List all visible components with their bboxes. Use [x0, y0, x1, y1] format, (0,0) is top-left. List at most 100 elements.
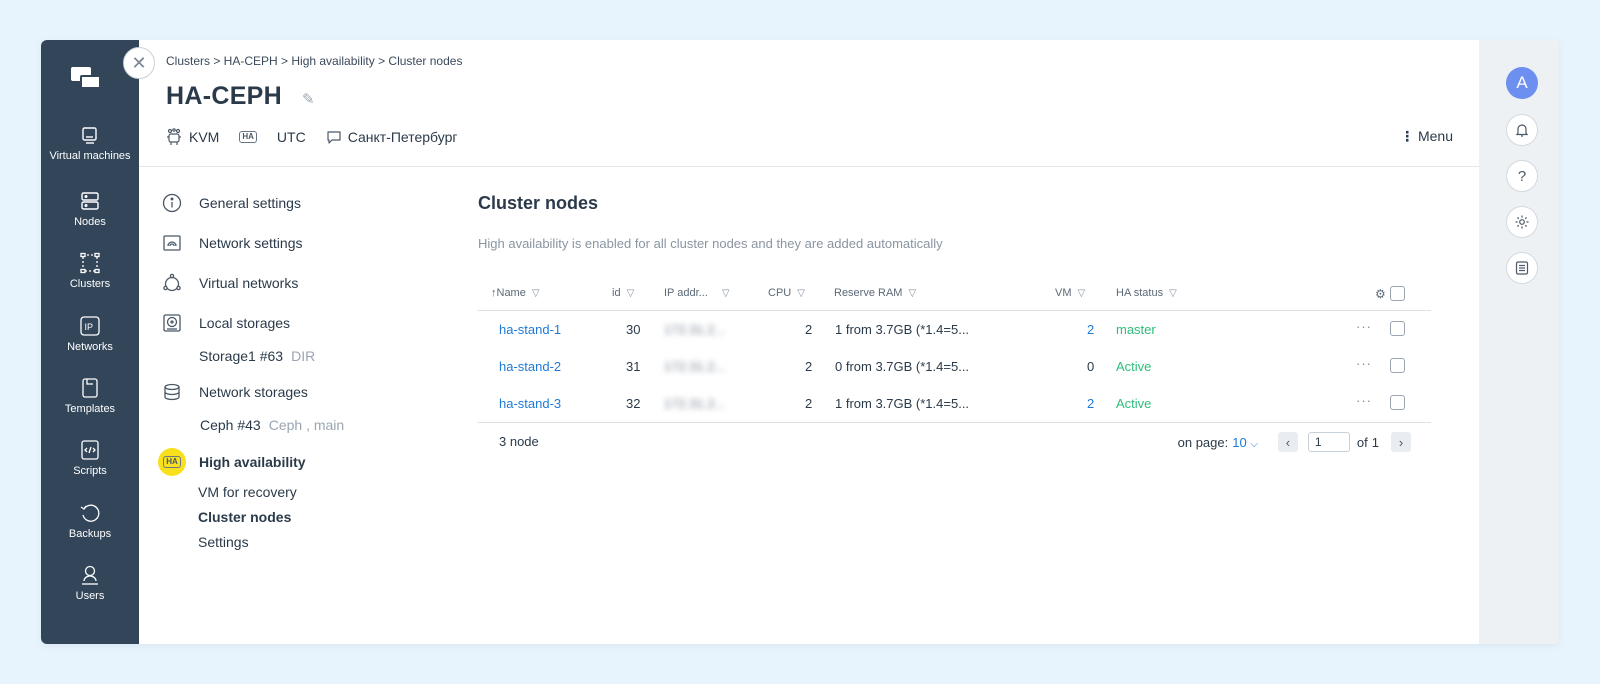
subitem-vm-recovery[interactable]: VM for recovery — [198, 484, 297, 500]
column-label: VM — [1055, 287, 1072, 299]
nav-label: Backups — [68, 528, 112, 540]
settings-item-local-storages[interactable]: Local storages — [161, 312, 290, 334]
checkbox[interactable] — [1390, 321, 1405, 336]
meta-location: Санкт-Петербург — [326, 129, 458, 145]
row-checkbox[interactable] — [1390, 395, 1405, 413]
node-ram: 1 from 3.7GB (*1.4=5... — [835, 396, 970, 411]
settings-item-network-storages[interactable]: Network storages — [161, 381, 308, 403]
svg-text:IP: IP — [85, 322, 94, 332]
node-name-link[interactable]: ha-stand-1 — [499, 322, 561, 337]
settings-item-network[interactable]: Network settings — [161, 232, 302, 254]
storage-item-ceph[interactable]: Ceph #43 Ceph , main — [200, 417, 344, 433]
cluster-nodes-table: ↑ Name ▽ id ▽ IP addr... ▽ CPU ▽ Reserve RAM ▽… — [478, 278, 1431, 459]
nav-item-nodes[interactable]: Nodes — [41, 190, 139, 228]
page-input[interactable]: 1 — [1307, 432, 1350, 452]
next-page-button[interactable]: › — [1391, 432, 1411, 452]
edit-pencil-icon[interactable]: ✎ — [302, 90, 315, 108]
nav-item-backups[interactable]: Backups — [41, 502, 139, 540]
node-ip: 172.31.2... — [664, 359, 726, 374]
column-header-ip[interactable]: IP addr... ▽ — [664, 287, 730, 299]
filter-icon[interactable]: ▽ — [1078, 288, 1086, 299]
table-row[interactable]: ha-stand-3 32 172.31.2... 2 1 from 3.7GB… — [478, 385, 1431, 422]
local-storage-icon — [161, 312, 183, 334]
node-name-link[interactable]: ha-stand-2 — [499, 359, 561, 374]
app-window: Virtual machines Nodes Clusters IP Netwo… — [41, 40, 1559, 644]
nav-item-clusters[interactable]: Clusters — [41, 252, 139, 290]
column-label: Reserve RAM — [834, 287, 903, 299]
checkbox[interactable] — [1390, 358, 1405, 373]
page-size-select[interactable]: 10 ⌵ — [1232, 435, 1258, 450]
row-actions-icon[interactable]: ··· — [1356, 393, 1372, 408]
filter-icon[interactable]: ▽ — [797, 288, 805, 299]
table-row[interactable]: ha-stand-2 31 172.31.2... 2 0 from 3.7GB… — [478, 348, 1431, 385]
subitem-cluster-nodes[interactable]: Cluster nodes — [198, 509, 291, 525]
prev-page-button[interactable]: ‹ — [1277, 432, 1298, 452]
node-vm-link[interactable]: 2 — [1087, 396, 1094, 411]
node-vm-link[interactable]: 2 — [1087, 322, 1094, 337]
storage-type: DIR — [291, 348, 316, 364]
filter-icon[interactable]: ▽ — [627, 288, 635, 299]
row-checkbox[interactable] — [1390, 358, 1405, 376]
nav-item-virtual-machines[interactable]: Virtual machines — [41, 126, 139, 162]
nav-item-networks[interactable]: IP Networks — [41, 315, 139, 353]
notifications-button[interactable] — [1506, 114, 1538, 146]
settings-item-label: High availability — [199, 454, 306, 470]
breadcrumb[interactable]: Clusters > HA-CEPH > High availability >… — [166, 54, 462, 68]
filter-icon[interactable]: ▽ — [532, 288, 540, 299]
select-all-checkbox[interactable] — [1389, 286, 1405, 301]
settings-item-high-availability[interactable]: HA High availability — [158, 448, 306, 476]
meta-virtualization: KVM — [165, 128, 219, 146]
user-icon — [82, 565, 98, 585]
filter-icon[interactable]: ▽ — [1169, 288, 1177, 299]
checkbox[interactable] — [1390, 395, 1405, 410]
menu-button[interactable]: ⋮ Menu — [1400, 128, 1453, 145]
node-ip: 172.31.2... — [664, 322, 726, 337]
column-settings-icon[interactable]: ⚙ — [1375, 287, 1386, 301]
ha-icon: HA — [163, 456, 181, 468]
row-checkbox[interactable] — [1390, 321, 1405, 339]
filter-icon[interactable]: ▽ — [722, 288, 730, 299]
close-button[interactable]: ✕ — [123, 47, 155, 79]
row-actions-icon[interactable]: ··· — [1356, 319, 1372, 334]
column-header-vm[interactable]: VM ▽ — [1055, 287, 1085, 299]
nav-label: Clusters — [69, 278, 111, 290]
subitem-settings[interactable]: Settings — [198, 534, 249, 550]
nav-item-users[interactable]: Users — [41, 564, 139, 602]
cluster-icon — [80, 252, 100, 274]
node-cpu: 2 — [805, 359, 813, 374]
nav-item-scripts[interactable]: Scripts — [41, 439, 139, 477]
virtual-network-icon — [161, 272, 183, 294]
comment-icon — [326, 129, 342, 145]
settings-item-label: Network storages — [199, 384, 308, 400]
documentation-button[interactable] — [1506, 252, 1538, 284]
column-label: CPU — [768, 287, 792, 299]
node-name-link[interactable]: ha-stand-3 — [499, 396, 561, 411]
settings-button[interactable] — [1506, 206, 1538, 238]
column-header-name[interactable]: ↑ Name ▽ — [491, 287, 540, 299]
column-label: id — [612, 287, 621, 299]
node-count: 3 node — [499, 434, 539, 449]
storage-item-storage1[interactable]: Storage1 #63 DIR — [199, 348, 315, 364]
settings-item-virtual-networks[interactable]: Virtual networks — [161, 272, 298, 294]
ip-icon: IP — [80, 316, 100, 336]
column-header-ha-status[interactable]: HA status ▽ — [1116, 287, 1177, 299]
column-header-ram[interactable]: Reserve RAM ▽ — [834, 287, 916, 299]
column-header-id[interactable]: id ▽ — [612, 287, 634, 299]
total-pages: 1 — [1371, 434, 1379, 450]
avatar[interactable]: A — [1506, 67, 1538, 99]
table-row[interactable]: ha-stand-1 30 172.31.2... 2 1 from 3.7GB… — [478, 311, 1431, 348]
page-size-value: 10 — [1232, 434, 1247, 450]
nav-label: Templates — [64, 403, 116, 415]
filter-icon[interactable]: ▽ — [908, 288, 916, 299]
settings-item-general[interactable]: General settings — [161, 192, 301, 214]
logo-icon[interactable] — [71, 67, 103, 93]
section-title: Cluster nodes — [478, 193, 599, 213]
nav-label: Virtual machines — [49, 150, 131, 162]
help-button[interactable]: ? — [1506, 160, 1538, 192]
row-actions-icon[interactable]: ··· — [1356, 356, 1372, 371]
template-icon — [82, 378, 98, 398]
nav-item-templates[interactable]: Templates — [41, 377, 139, 415]
of-label: of — [1356, 434, 1368, 450]
node-cpu: 2 — [805, 322, 813, 337]
column-header-cpu[interactable]: CPU ▽ — [768, 287, 805, 299]
